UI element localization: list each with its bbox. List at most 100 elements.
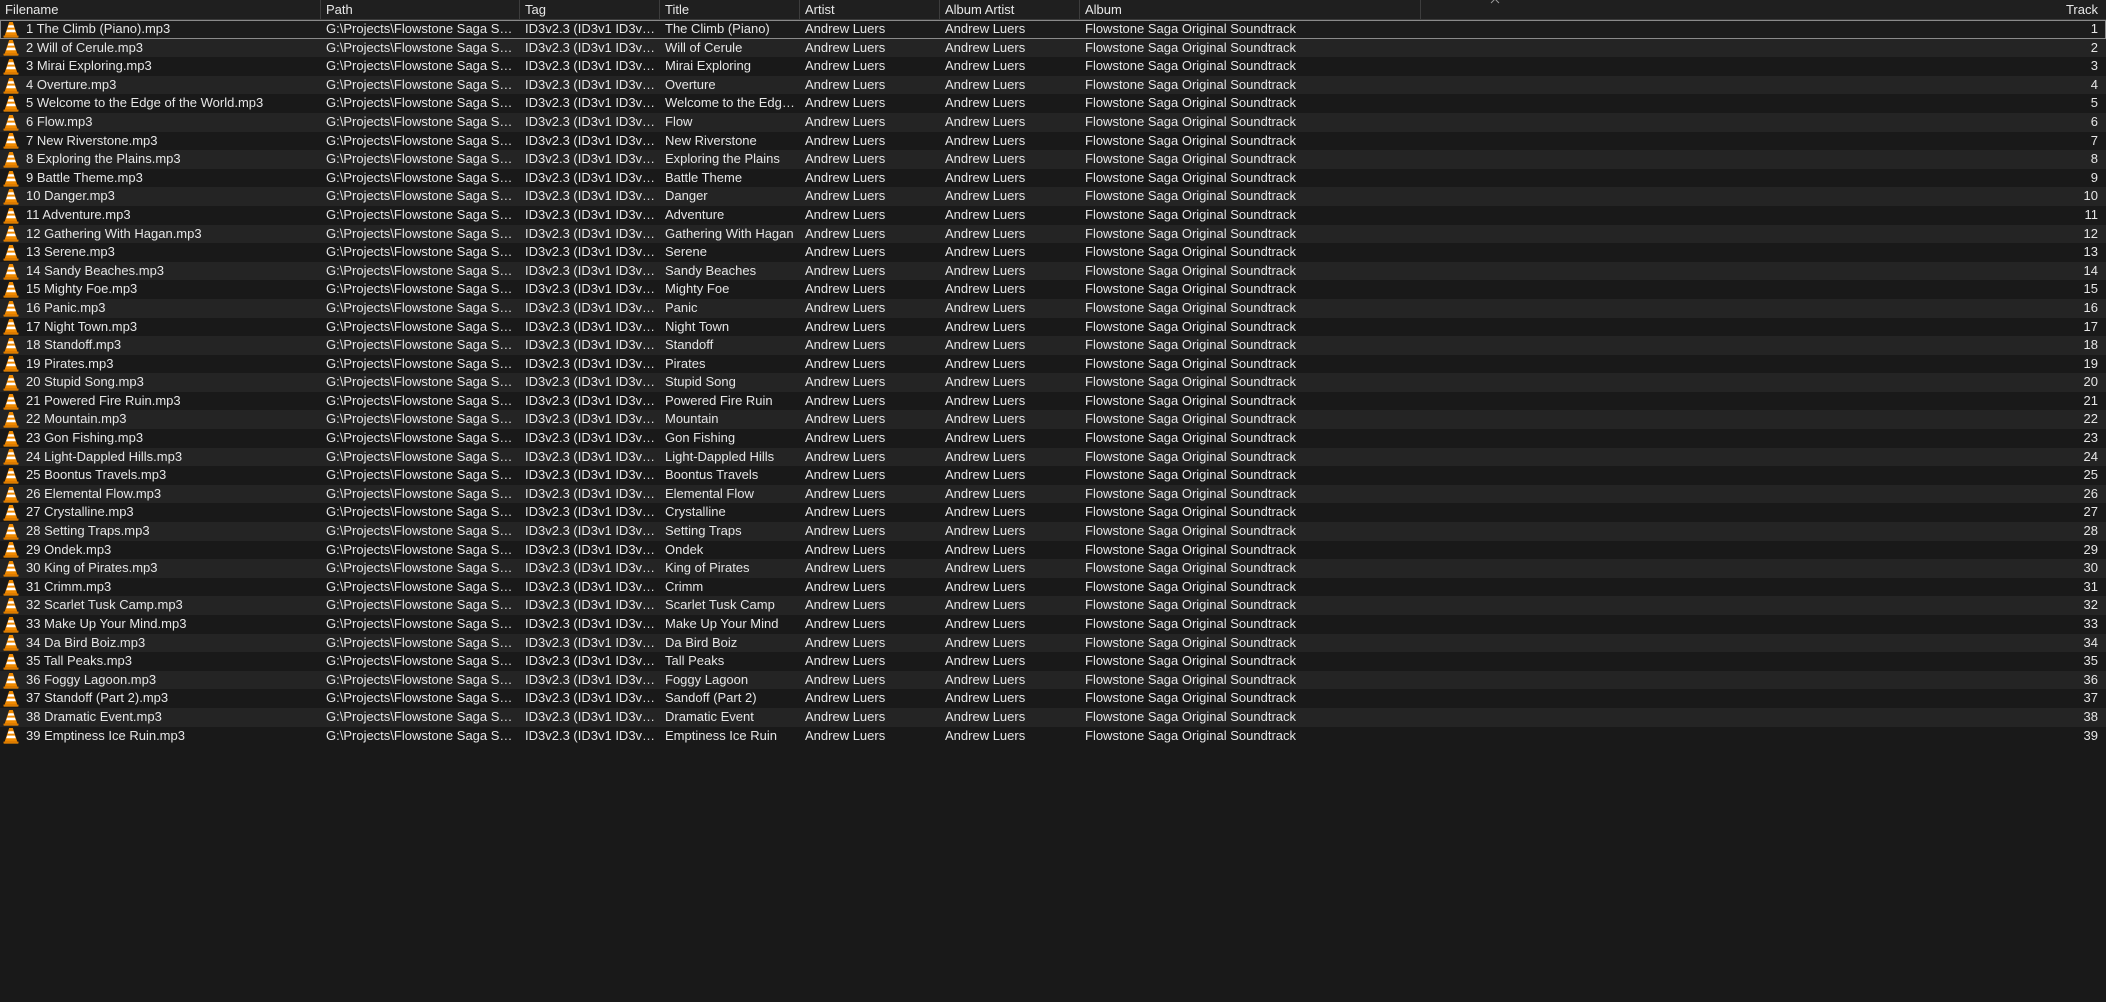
album-artist-cell: Andrew Luers: [945, 411, 1026, 427]
file-row[interactable]: 11 Adventure.mp3 G:\Projects\Flowstone Sa…: [0, 205, 2106, 225]
column-header-tag[interactable]: Tag: [520, 0, 660, 19]
vlc-cone-icon: [0, 206, 21, 225]
vlc-cone-icon: [0, 689, 21, 708]
file-list-grid[interactable]: Filename Path Tag Title Artist Album Art…: [0, 0, 2106, 1002]
file-row[interactable]: 32 Scarlet Tusk Camp.mp3 G:\Projects\Flow…: [0, 596, 2106, 615]
track-cell: 27: [2083, 504, 2098, 520]
title-cell: Serene: [665, 244, 707, 260]
artist-cell: Andrew Luers: [805, 132, 886, 148]
file-row[interactable]: 27 Crystalline.mp3 G:\Projects\Flowstone …: [0, 503, 2106, 523]
filename-cell: 15 Mighty Foe.mp3: [26, 281, 138, 297]
file-row[interactable]: 34 Da Bird Boiz.mp3 G:\Projects\Flowstone…: [0, 633, 2106, 653]
file-row[interactable]: 16 Panic.mp3 G:\Projects\Flowstone Saga S…: [0, 298, 2106, 318]
file-row[interactable]: 6 Flow.mp3 G:\Projects\Flowstone Saga Sou…: [0, 112, 2106, 132]
album-artist-cell: Andrew Luers: [945, 690, 1026, 706]
path-cell: G:\Projects\Flowstone Saga Soundtr...: [326, 262, 520, 278]
filename-cell: 6 Flow.mp3: [26, 113, 93, 129]
album-cell: Flowstone Saga Original Soundtrack: [1085, 430, 1297, 446]
column-header-filename[interactable]: Filename: [0, 0, 321, 19]
artist-cell: Andrew Luers: [805, 523, 886, 539]
album-cell: Flowstone Saga Original Soundtrack: [1085, 690, 1297, 706]
album-artist-cell: Andrew Luers: [945, 467, 1026, 483]
album-artist-cell: Andrew Luers: [945, 21, 1026, 36]
tag-cell: ID3v2.3 (ID3v1 ID3v2.3): [525, 244, 660, 260]
title-cell: Da Bird Boiz: [665, 634, 738, 650]
track-cell: 8: [2090, 151, 2098, 167]
album-cell: Flowstone Saga Original Soundtrack: [1085, 523, 1297, 539]
column-header-artist[interactable]: Artist: [800, 0, 940, 19]
file-row[interactable]: 37 Standoff (Part 2).mp3 G:\Projects\Flow…: [0, 689, 2106, 708]
file-row[interactable]: 5 Welcome to the Edge of the World.mp3 G:…: [0, 94, 2106, 113]
filename-cell: 38 Dramatic Event.mp3: [26, 708, 162, 724]
column-header-row: Filename Path Tag Title Artist Album Art…: [0, 0, 2106, 20]
album-cell: Flowstone Saga Original Soundtrack: [1085, 206, 1297, 222]
file-row[interactable]: 35 Tall Peaks.mp3 G:\Projects\Flowstone S…: [0, 652, 2106, 671]
album-artist-cell: Andrew Luers: [945, 262, 1026, 278]
path-cell: G:\Projects\Flowstone Saga Soundtr...: [326, 448, 520, 464]
artist-cell: Andrew Luers: [805, 541, 886, 557]
file-row[interactable]: 28 Setting Traps.mp3 G:\Projects\Flowston…: [0, 522, 2106, 541]
column-header-path[interactable]: Path: [321, 0, 520, 19]
album-cell: Flowstone Saga Original Soundtrack: [1085, 188, 1297, 204]
filename-cell: 24 Light-Dappled Hills.mp3: [26, 448, 183, 464]
file-row[interactable]: 3 Mirai Exploring.mp3 G:\Projects\Flowsto…: [0, 57, 2106, 76]
filename-cell: 35 Tall Peaks.mp3: [26, 653, 132, 669]
column-header-title[interactable]: Title: [660, 0, 800, 19]
file-row[interactable]: 8 Exploring the Plains.mp3 G:\Projects\Fl…: [0, 150, 2106, 169]
file-row[interactable]: 7 New Riverstone.mp3 G:\Projects\Flowston…: [0, 131, 2106, 151]
track-cell: 17: [2083, 318, 2098, 334]
file-row[interactable]: 14 Sandy Beaches.mp3 G:\Projects\Flowston…: [0, 261, 2106, 281]
file-row[interactable]: 20 Stupid Song.mp3 G:\Projects\Flowstone …: [0, 373, 2106, 392]
tag-cell: ID3v2.3 (ID3v1 ID3v2.3): [525, 690, 660, 706]
file-row[interactable]: 26 Elemental Flow.mp3 G:\Projects\Flowsto…: [0, 484, 2106, 504]
vlc-cone-icon: [0, 485, 21, 504]
file-row[interactable]: 29 Ondek.mp3 G:\Projects\Flowstone Saga S…: [0, 540, 2106, 560]
file-row[interactable]: 10 Danger.mp3 G:\Projects\Flowstone Saga …: [0, 187, 2106, 206]
artist-cell: Andrew Luers: [805, 39, 886, 55]
file-row[interactable]: 17 Night Town.mp3 G:\Projects\Flowstone S…: [0, 317, 2106, 337]
album-artist-cell: Andrew Luers: [945, 169, 1026, 185]
filename-cell: 11 Adventure.mp3: [26, 206, 131, 222]
file-row[interactable]: 21 Powered Fire Ruin.mp3 G:\Projects\Flow…: [0, 391, 2106, 411]
filename-cell: 16 Panic.mp3: [26, 299, 106, 315]
album-cell: Flowstone Saga Original Soundtrack: [1085, 151, 1297, 167]
file-row[interactable]: 39 Emptiness Ice Ruin.mp3 G:\Projects\Flo…: [0, 726, 2106, 746]
file-row[interactable]: 22 Mountain.mp3 G:\Projects\Flowstone Sag…: [0, 410, 2106, 430]
album-cell: Flowstone Saga Original Soundtrack: [1085, 392, 1297, 408]
filename-cell: 7 New Riverstone.mp3: [26, 132, 158, 148]
tag-cell: ID3v2.3 (ID3v1 ID3v2.3): [525, 653, 660, 669]
path-cell: G:\Projects\Flowstone Saga Soundtr...: [326, 299, 520, 315]
file-row[interactable]: 13 Serene.mp3 G:\Projects\Flowstone Saga …: [0, 243, 2106, 262]
path-cell: G:\Projects\Flowstone Saga Soundtr...: [326, 151, 520, 167]
title-cell: Gon Fishing: [665, 430, 736, 446]
file-row[interactable]: 30 King of Pirates.mp3 G:\Projects\Flowst…: [0, 559, 2106, 578]
file-row[interactable]: 18 Standoff.mp3 G:\Projects\Flowstone Sag…: [0, 336, 2106, 355]
file-row[interactable]: 25 Boontus Travels.mp3 G:\Projects\Flowst…: [0, 466, 2106, 485]
file-row[interactable]: 9 Battle Theme.mp3 G:\Projects\Flowstone …: [0, 168, 2106, 188]
file-row[interactable]: 1 The Climb (Piano).mp3 G:\Projects\Flows…: [0, 20, 2106, 39]
file-row[interactable]: 31 Crimm.mp3 G:\Projects\Flowstone Saga S…: [0, 577, 2106, 597]
file-row[interactable]: 23 Gon Fishing.mp3 G:\Projects\Flowstone …: [0, 429, 2106, 448]
title-cell: Pirates: [665, 355, 706, 371]
column-header-album-artist[interactable]: Album Artist: [940, 0, 1080, 19]
file-row[interactable]: 15 Mighty Foe.mp3 G:\Projects\Flowstone S…: [0, 280, 2106, 299]
filename-cell: 21 Powered Fire Ruin.mp3: [26, 392, 181, 408]
column-header-track[interactable]: Track: [1421, 0, 2105, 19]
filename-cell: 39 Emptiness Ice Ruin.mp3: [26, 727, 185, 743]
column-header-album[interactable]: Album: [1080, 0, 1421, 19]
file-row[interactable]: 33 Make Up Your Mind.mp3 G:\Projects\Flow…: [0, 615, 2106, 634]
track-cell: 23: [2083, 430, 2098, 446]
file-row[interactable]: 2 Will of Cerule.mp3 G:\Projects\Flowston…: [0, 38, 2106, 58]
artist-cell: Andrew Luers: [805, 299, 886, 315]
file-row[interactable]: 24 Light-Dappled Hills.mp3 G:\Projects\Fl…: [0, 447, 2106, 467]
album-cell: Flowstone Saga Original Soundtrack: [1085, 411, 1297, 427]
file-row[interactable]: 12 Gathering With Hagan.mp3 G:\Projects\F…: [0, 224, 2106, 244]
file-row[interactable]: 4 Overture.mp3 G:\Projects\Flowstone Saga…: [0, 75, 2106, 95]
vlc-cone-icon: [0, 466, 21, 485]
file-row[interactable]: 19 Pirates.mp3 G:\Projects\Flowstone Saga…: [0, 354, 2106, 374]
file-row[interactable]: 36 Foggy Lagoon.mp3 G:\Projects\Flowstone…: [0, 670, 2106, 690]
artist-cell: Andrew Luers: [805, 597, 886, 613]
file-row[interactable]: 38 Dramatic Event.mp3 G:\Projects\Flowsto…: [0, 707, 2106, 727]
track-cell: 26: [2083, 485, 2098, 501]
path-cell: G:\Projects\Flowstone Saga Soundtr...: [326, 430, 520, 446]
